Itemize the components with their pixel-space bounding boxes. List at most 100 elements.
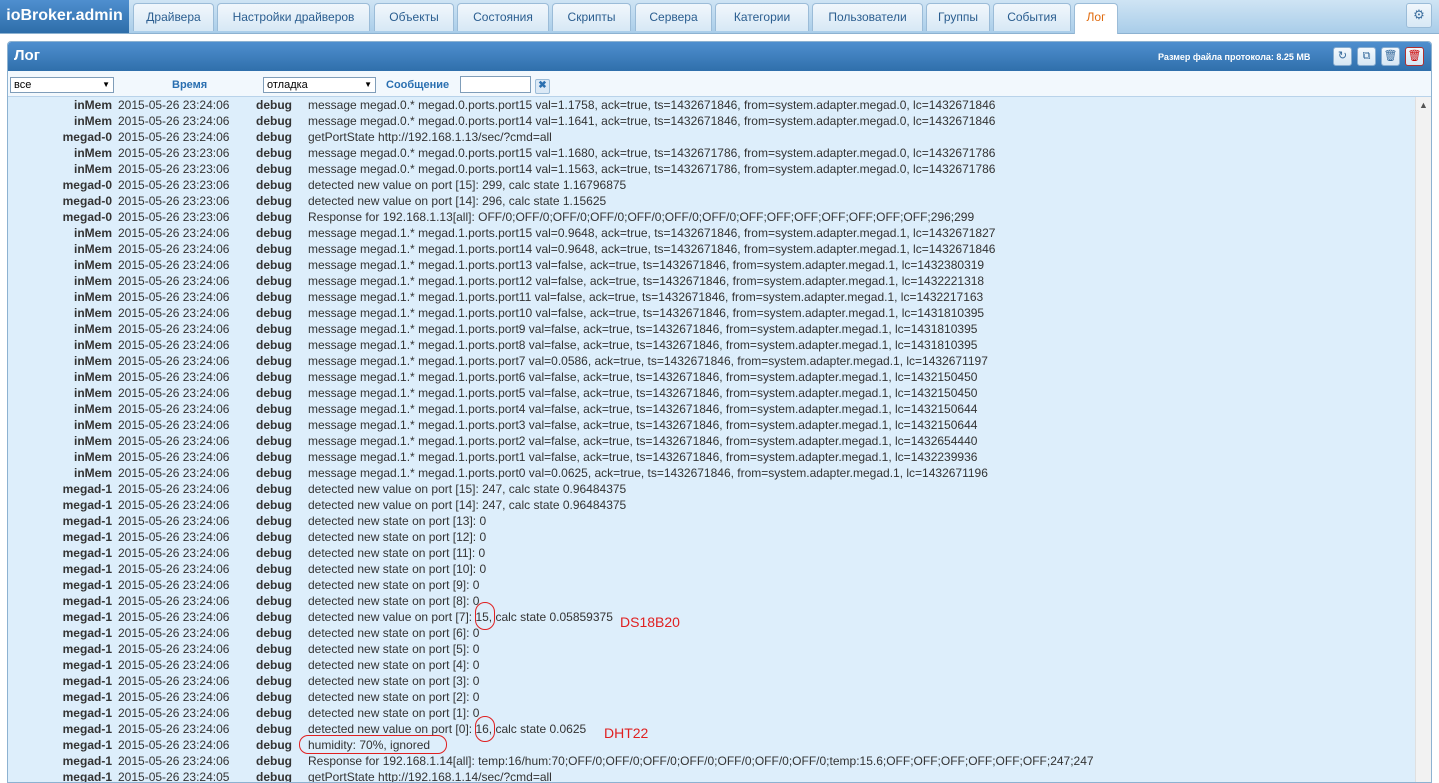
log-message: detected new state on port [3]: 0 — [308, 674, 480, 688]
log-time: 2015-05-26 23:24:06 — [118, 674, 230, 688]
log-level: debug — [256, 306, 292, 320]
tab-adapter-settings[interactable]: Настройки драйверов — [217, 3, 370, 31]
log-time: 2015-05-26 23:24:06 — [118, 706, 230, 720]
log-message: message megad.1.* megad.1.ports.port0 va… — [308, 466, 988, 480]
log-source: megad-1 — [62, 674, 112, 688]
log-row: inMem 2015-05-26 23:24:06 debug message meg… — [8, 385, 1415, 401]
log-file-size: Размер файла протокола: 8.25 MB — [1158, 52, 1311, 62]
log-source: megad-1 — [62, 642, 112, 656]
log-row: megad-1 2015-05-26 23:24:06 debug detected … — [8, 625, 1415, 641]
time-column-header: Время — [172, 79, 208, 91]
log-panel: Лог Размер файла протокола: 8.25 MB ↻ ⧉ … — [7, 41, 1432, 783]
log-time: 2015-05-26 23:24:06 — [118, 402, 230, 416]
scrollbar[interactable]: ▲ — [1415, 97, 1431, 782]
message-filter-input[interactable] — [460, 76, 531, 93]
log-source: inMem — [73, 354, 112, 368]
log-row: inMem 2015-05-26 23:24:06 debug message meg… — [8, 465, 1415, 481]
log-time: 2015-05-26 23:24:06 — [118, 626, 230, 640]
log-source: megad-0 — [62, 130, 112, 144]
log-source: megad-0 — [62, 194, 112, 208]
source-filter-select[interactable]: все ▼ — [10, 77, 114, 93]
log-time: 2015-05-26 23:24:06 — [118, 642, 230, 656]
log-row: megad-0 2015-05-26 23:24:06 debug getPortSt… — [8, 129, 1415, 145]
log-message: detected new value on port [14]: 296, ca… — [308, 194, 607, 208]
scroll-up-icon[interactable]: ▲ — [1419, 100, 1428, 110]
source-filter-value: все — [14, 79, 32, 91]
log-time: 2015-05-26 23:24:06 — [118, 514, 230, 528]
log-source: megad-1 — [62, 530, 112, 544]
log-time: 2015-05-26 23:24:06 — [118, 258, 230, 272]
tab-events[interactable]: События — [993, 3, 1071, 31]
filter-row: все ▼ Время отладка ▼ Сообщение ✖ — [8, 71, 1431, 97]
log-source: inMem — [73, 386, 112, 400]
log-row: megad-1 2015-05-26 23:24:06 debug detected … — [8, 657, 1415, 673]
log-message: detected new state on port [11]: 0 — [308, 546, 486, 560]
tab-adapters[interactable]: Драйвера — [133, 3, 214, 31]
log-level: debug — [256, 418, 292, 432]
log-row: inMem 2015-05-26 23:24:06 debug message meg… — [8, 225, 1415, 241]
tab-log[interactable]: Лог — [1074, 3, 1118, 34]
copy-button[interactable]: ⧉ — [1357, 47, 1376, 66]
log-row: megad-1 2015-05-26 23:24:06 debug detected … — [8, 689, 1415, 705]
log-message: detected new value on port [14]: 247, ca… — [308, 498, 627, 512]
log-level: debug — [256, 754, 292, 768]
log-level: debug — [256, 194, 292, 208]
panel-header: Лог Размер файла протокола: 8.25 MB ↻ ⧉ … — [8, 42, 1431, 71]
settings-button[interactable]: ⚙ — [1406, 3, 1432, 28]
log-message: detected new state on port [10]: 0 — [308, 562, 487, 576]
log-row: inMem 2015-05-26 23:24:06 debug message meg… — [8, 305, 1415, 321]
log-time: 2015-05-26 23:24:06 — [118, 594, 230, 608]
log-row: megad-1 2015-05-26 23:24:06 debug detected … — [8, 673, 1415, 689]
log-source: inMem — [73, 226, 112, 240]
log-row: megad-1 2015-05-26 23:24:05 debug getPortSt… — [8, 769, 1415, 783]
trash-red-icon: 🗑 — [1407, 50, 1422, 62]
log-time: 2015-05-26 23:24:06 — [118, 434, 230, 448]
clear-list-button[interactable]: 🗑 — [1381, 47, 1400, 66]
log-level: debug — [256, 658, 292, 672]
log-time: 2015-05-26 23:24:06 — [118, 754, 230, 768]
log-message: message megad.1.* megad.1.ports.port2 va… — [308, 434, 978, 448]
log-source: inMem — [73, 162, 112, 176]
log-row: inMem 2015-05-26 23:24:06 debug message meg… — [8, 113, 1415, 129]
tab-users[interactable]: Пользователи — [812, 3, 923, 31]
log-source: megad-1 — [62, 738, 112, 752]
log-row: megad-1 2015-05-26 23:24:06 debug humidity:… — [8, 737, 1415, 753]
log-source: megad-1 — [62, 722, 112, 736]
log-time: 2015-05-26 23:24:06 — [118, 338, 230, 352]
log-level: debug — [256, 98, 292, 112]
tab-enums[interactable]: Категории — [715, 3, 809, 31]
log-source: megad-1 — [62, 498, 112, 512]
log-message: Response for 192.168.1.14[all]: temp:16/… — [308, 754, 1094, 768]
log-level: debug — [256, 114, 292, 128]
log-source: inMem — [73, 114, 112, 128]
log-message: detected new state on port [9]: 0 — [308, 578, 480, 592]
log-level: debug — [256, 178, 292, 192]
log-time: 2015-05-26 23:24:06 — [118, 370, 230, 384]
log-message: message megad.1.* megad.1.ports.port12 v… — [308, 274, 985, 288]
log-message: detected new state on port [2]: 0 — [308, 690, 480, 704]
log-row: inMem 2015-05-26 23:24:06 debug message meg… — [8, 369, 1415, 385]
log-level: debug — [256, 402, 292, 416]
log-row: megad-1 2015-05-26 23:24:06 debug detected … — [8, 497, 1415, 513]
log-time: 2015-05-26 23:24:06 — [118, 722, 230, 736]
log-time: 2015-05-26 23:24:06 — [118, 306, 230, 320]
level-filter-select[interactable]: отладка ▼ — [263, 77, 376, 93]
tab-states[interactable]: Состояния — [457, 3, 549, 31]
clear-filter-button[interactable]: ✖ — [535, 79, 550, 94]
tab-groups[interactable]: Группы — [926, 3, 990, 31]
log-level: debug — [256, 498, 292, 512]
log-row: megad-1 2015-05-26 23:24:06 debug detected … — [8, 705, 1415, 721]
log-message: detected new state on port [4]: 0 — [308, 658, 480, 672]
log-time: 2015-05-26 23:24:06 — [118, 482, 230, 496]
tab-objects[interactable]: Объекты — [374, 3, 454, 31]
log-source: inMem — [73, 258, 112, 272]
tab-hosts[interactable]: Сервера — [635, 3, 712, 31]
log-source: megad-1 — [62, 514, 112, 528]
refresh-button[interactable]: ↻ — [1333, 47, 1352, 66]
log-time: 2015-05-26 23:24:06 — [118, 418, 230, 432]
log-level: debug — [256, 706, 292, 720]
tab-scripts[interactable]: Скрипты — [552, 3, 631, 31]
delete-log-file-button[interactable]: 🗑 — [1405, 47, 1424, 66]
log-source: inMem — [73, 338, 112, 352]
log-source: megad-1 — [62, 770, 112, 783]
